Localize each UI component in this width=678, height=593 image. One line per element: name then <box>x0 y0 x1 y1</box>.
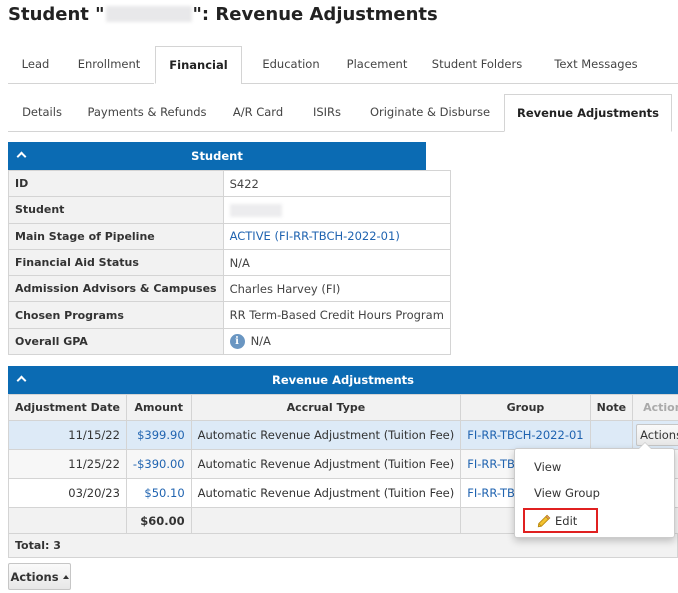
info-row: Admission Advisors & Campuses Charles Ha… <box>8 275 451 303</box>
menu-item-edit[interactable]: Edit <box>523 508 598 533</box>
tab-divider <box>8 131 504 132</box>
info-value <box>222 196 451 224</box>
tab-financial[interactable]: Financial <box>155 46 242 84</box>
subtab-ar-card[interactable]: A/R Card <box>218 94 298 130</box>
column-header[interactable]: Group <box>460 394 591 421</box>
info-label: Student <box>8 196 224 224</box>
bulk-actions-label: Actions <box>10 569 59 584</box>
tab-text-messages[interactable]: Text Messages <box>540 46 652 82</box>
revenue-panel-header[interactable]: Revenue Adjustments <box>8 366 678 394</box>
info-value: S422 <box>222 169 451 198</box>
info-row: Student <box>8 196 451 224</box>
accrual-type: Automatic Revenue Adjustment (Tuition Fe… <box>190 449 462 479</box>
info-label: Chosen Programs <box>8 301 224 329</box>
info-label: Overall GPA <box>8 327 224 356</box>
menu-item-view[interactable]: View <box>534 460 561 474</box>
amount: $399.90 <box>125 420 192 450</box>
info-row: Financial Aid Status N/A <box>8 248 451 277</box>
sub-tabs: Details Payments & Refunds A/R Card ISIR… <box>8 94 672 132</box>
info-label: Main Stage of Pipeline <box>8 222 224 250</box>
tab-divider <box>241 83 678 84</box>
amount-link[interactable]: $399.90 <box>137 428 185 442</box>
tab-divider <box>8 83 154 84</box>
page-title-prefix: Student " <box>8 3 105 25</box>
note <box>589 420 634 450</box>
group-link[interactable]: FI-RR-TBCH-2022-01 <box>467 428 583 442</box>
subtab-details[interactable]: Details <box>8 94 76 130</box>
page-title-suffix: ": Revenue Adjustments <box>192 3 438 25</box>
row-actions-label: Actions <box>640 428 678 442</box>
info-value: N/A <box>222 248 451 277</box>
tab-student-folders[interactable]: Student Folders <box>414 46 540 82</box>
accrual-type: Automatic Revenue Adjustment (Tuition Fe… <box>190 478 462 508</box>
column-header[interactable]: Amount <box>125 394 192 421</box>
subtab-isirs[interactable]: ISIRs <box>298 94 356 130</box>
student-panel-title: Student <box>191 149 243 163</box>
group: FI-RR-TBCH-2022-01 <box>460 420 591 450</box>
info-value: Charles Harvey (FI) <box>222 275 451 303</box>
page-title: Student " ": Revenue Adjustments <box>8 2 438 26</box>
subtab-payments-refunds[interactable]: Payments & Refunds <box>76 94 218 130</box>
collapse-icon[interactable] <box>17 151 25 159</box>
column-header[interactable]: Note <box>589 394 634 421</box>
column-header[interactable]: Adjustment Date <box>8 394 127 421</box>
table-row[interactable]: 11/15/22 $399.90 Automatic Revenue Adjus… <box>8 420 678 450</box>
subtab-originate-disburse[interactable]: Originate & Disburse <box>356 94 504 130</box>
info-row: Chosen Programs RR Term-Based Credit Hou… <box>8 301 451 329</box>
row-actions-menu: View View Group Edit <box>514 442 675 538</box>
menu-item-view-group[interactable]: View Group <box>534 486 600 500</box>
tab-education[interactable]: Education <box>242 46 340 82</box>
accrual-type: Automatic Revenue Adjustment (Tuition Fe… <box>190 420 462 450</box>
tab-placement[interactable]: Placement <box>340 46 414 82</box>
pipeline-stage-link[interactable]: ACTIVE (FI-RR-TBCH-2022-01) <box>230 229 400 243</box>
bulk-actions-button[interactable]: Actions <box>8 563 71 590</box>
info-icon[interactable]: i <box>229 333 245 349</box>
info-row: Main Stage of Pipeline ACTIVE (FI-RR-TBC… <box>8 222 451 250</box>
amount-link[interactable]: -$390.00 <box>133 457 185 471</box>
info-row: ID S422 <box>8 169 451 198</box>
student-panel-header[interactable]: Student <box>8 142 426 170</box>
tab-enrollment[interactable]: Enrollment <box>63 46 155 82</box>
revenue-panel-title: Revenue Adjustments <box>271 373 415 387</box>
info-label: ID <box>8 169 224 198</box>
main-tabs: Lead Enrollment Financial Education Plac… <box>8 46 652 84</box>
info-label: Financial Aid Status <box>8 248 224 277</box>
amount-link[interactable]: $50.10 <box>144 486 184 500</box>
sum-spacer <box>190 507 462 534</box>
column-header[interactable]: Accrual Type <box>190 394 462 421</box>
gpa-value: N/A <box>250 333 271 348</box>
adjustment-date: 11/25/22 <box>8 449 127 479</box>
adjustment-date: 11/15/22 <box>8 420 127 450</box>
redacted-student-name <box>229 203 282 217</box>
student-info-table: ID S422 Student Main Stage of Pipeline A… <box>8 169 451 356</box>
redacted-student-name <box>105 6 192 22</box>
amount: $50.10 <box>125 478 192 508</box>
menu-item-edit-label: Edit <box>555 513 578 528</box>
sum-spacer <box>8 507 127 534</box>
subtab-revenue-adjustments[interactable]: Revenue Adjustments <box>504 94 672 132</box>
info-row: Overall GPA i N/A <box>8 327 451 356</box>
info-value: RR Term-Based Credit Hours Program <box>222 301 451 329</box>
pencil-icon <box>537 514 551 527</box>
info-value: ACTIVE (FI-RR-TBCH-2022-01) <box>222 222 451 250</box>
info-label: Admission Advisors & Campuses <box>8 275 224 303</box>
amount-sum: $60.00 <box>125 507 192 534</box>
tab-lead[interactable]: Lead <box>8 46 63 82</box>
collapse-icon[interactable] <box>17 375 25 383</box>
column-header: Actions <box>632 394 678 421</box>
chevron-up-icon <box>62 574 69 579</box>
info-value: i N/A <box>222 327 451 356</box>
table-header-row: Adjustment Date Amount Accrual Type Grou… <box>8 394 678 421</box>
amount: -$390.00 <box>125 449 192 479</box>
adjustment-date: 03/20/23 <box>8 478 127 508</box>
